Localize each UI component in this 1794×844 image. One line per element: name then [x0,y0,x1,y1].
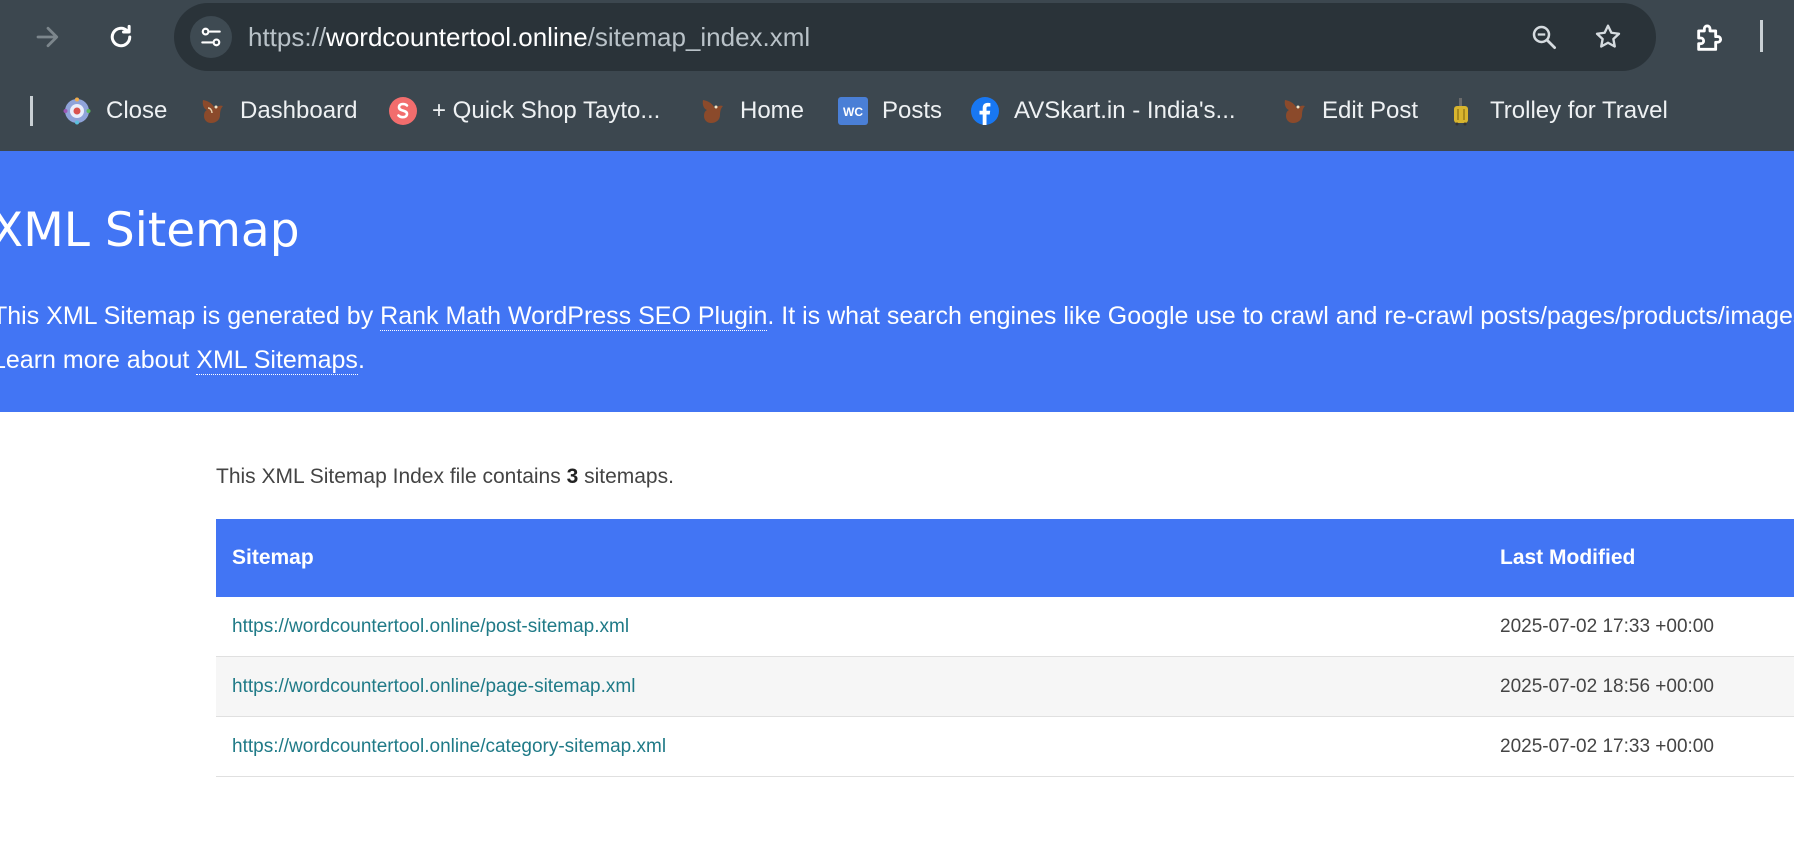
gear-globe-icon [62,96,92,126]
eagle-icon [1278,96,1308,126]
intro-text: This XML Sitemap Index file contains [216,465,567,488]
bookmark-avskart[interactable]: AVSkart.in - India's... [970,92,1236,130]
url-path: /sitemap_index.xml [587,22,811,52]
extensions-button[interactable] [1688,16,1732,60]
luggage-icon [1446,96,1476,126]
site-info-button[interactable] [190,16,232,58]
last-modified-cell: 2025-07-02 18:56 +00:00 [1484,656,1794,717]
intro-text-end: sitemaps. [578,465,674,488]
bookmark-label: Home [740,97,805,124]
bookmarks-divider [30,96,33,126]
sitemap-link[interactable]: https://wordcountertool.online/page-site… [232,676,635,697]
last-modified-cell: 2025-07-02 17:33 +00:00 [1484,716,1794,777]
eagle-icon [696,96,726,126]
bookmark-posts[interactable]: WC Posts [838,92,942,130]
table-header-row: Sitemap Last Modified [216,519,1794,597]
learn-more-period: . [357,346,365,374]
zoom-button[interactable] [1524,17,1564,57]
url-scheme: https:// [248,22,327,52]
reload-button[interactable] [101,17,141,57]
sitemap-count: 3 [566,465,579,488]
bookmark-edit-post[interactable]: Edit Post [1278,92,1418,130]
bookmark-label: + Quick Shop Tayto... [432,97,661,124]
learn-more-text: Learn more about [0,346,197,374]
browser-chrome: https://wordcountertool.online/sitemap_i… [0,0,1794,151]
eagle-icon [196,96,226,126]
learn-more-line: Learn more about XML Sitemaps. [0,346,365,375]
address-bar[interactable]: https://wordcountertool.online/sitemap_i… [174,3,1656,71]
url-host: wordcountertool.online [326,22,588,52]
bookmark-dashboard[interactable]: Dashboard [196,92,357,130]
arrow-right-icon [36,26,59,48]
woocommerce-badge-text: WC [843,105,863,119]
bookmark-trolley[interactable]: Trolley for Travel [1446,92,1668,130]
xml-sitemaps-link[interactable]: XML Sitemaps [196,346,358,375]
puzzle-icon [1697,24,1722,51]
sitemap-count-text: This XML Sitemap Index file contains 3 s… [216,465,674,489]
bookmark-label: Dashboard [240,97,358,124]
bookmark-label: Close [106,97,168,124]
table-row: https://wordcountertool.online/page-site… [216,656,1794,717]
tune-icon [201,27,221,47]
facebook-icon [970,96,1000,126]
header-description: This XML Sitemap is generated by Rank Ma… [0,302,1794,331]
s-logo-icon [388,96,418,126]
table-row: https://wordcountertool.online/category-… [216,716,1794,777]
bookmark-home[interactable]: Home [696,92,804,130]
sitemap-cell: https://wordcountertool.online/post-site… [216,597,1484,657]
reload-icon [110,24,132,48]
browser-toolbar: https://wordcountertool.online/sitemap_i… [0,0,1794,76]
bookmark-label: Trolley for Travel [1490,97,1668,124]
column-header-sitemap: Sitemap [216,519,1484,597]
bookmark-star-button[interactable] [1588,17,1628,57]
forward-button[interactable] [28,17,68,57]
bookmark-label: Edit Post [1322,97,1419,124]
bookmark-label: AVSkart.in - India's... [1014,97,1236,124]
sitemap-table: Sitemap Last Modified https://wordcounte… [216,519,1794,777]
description-text: This XML Sitemap is generated by [0,302,381,330]
column-header-last-modified: Last Modified [1484,519,1794,597]
page-title: XML Sitemap [0,203,300,258]
bookmarks-bar: Close Dashboard + Quick Shop Tayto... Ho… [0,84,1794,138]
sitemap-link[interactable]: https://wordcountertool.online/post-site… [232,616,629,637]
description-text-continued: . It is what search engines like Google … [767,302,1794,330]
star-icon [1595,24,1621,48]
woocommerce-icon: WC [838,96,868,126]
toolbar-divider [1760,20,1763,52]
bookmark-label: Posts [882,97,943,124]
sitemap-header: XML Sitemap This XML Sitemap is generate… [0,151,1794,412]
table-row: https://wordcountertool.online/post-site… [216,597,1794,657]
sitemap-cell: https://wordcountertool.online/page-site… [216,656,1484,717]
sitemap-cell: https://wordcountertool.online/category-… [216,716,1484,777]
bookmark-close[interactable]: Close [62,92,167,130]
rank-math-link[interactable]: Rank Math WordPress SEO Plugin [380,302,768,331]
sitemap-link[interactable]: https://wordcountertool.online/category-… [232,736,666,757]
bookmark-quick-shop[interactable]: + Quick Shop Tayto... [388,92,660,130]
url-text[interactable]: https://wordcountertool.online/sitemap_i… [248,3,810,71]
last-modified-cell: 2025-07-02 17:33 +00:00 [1484,597,1794,657]
magnifier-icon [1532,25,1556,49]
